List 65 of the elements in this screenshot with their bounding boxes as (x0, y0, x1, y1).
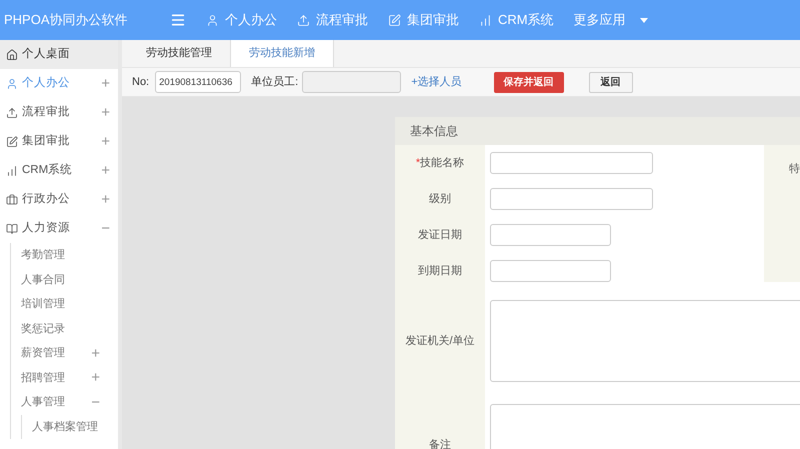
nav-link[interactable]: 更多应用 (574, 10, 648, 30)
submenu-item[interactable]: 人事档案管理 (32, 418, 98, 435)
app-logo: PHPOA协同办公软件 (3, 11, 129, 30)
field-label: 级别 (429, 192, 451, 207)
bar-chart-icon (479, 14, 492, 26)
tab[interactable]: 劳动技能管理 (128, 40, 230, 67)
sidebar-item[interactable]: 行政办公 + (0, 185, 118, 214)
home-icon (6, 48, 18, 60)
sidebar-item[interactable]: CRM系统 + (0, 156, 118, 185)
user-icon (206, 14, 219, 26)
submenu-item[interactable]: 奖惩记录 (21, 320, 65, 337)
field-label: 发证机关/单位 (405, 334, 475, 349)
sidebar-item[interactable]: 人力资源 − (0, 214, 118, 243)
field-label: 技能名称 (420, 156, 464, 171)
tab[interactable]: 劳动技能新增 (230, 40, 334, 67)
field-label: 到期日期 (418, 264, 462, 279)
text-field[interactable] (490, 188, 653, 210)
nav-link[interactable]: 个人办公 (206, 10, 277, 30)
sidebar-item[interactable]: 个人办公 + (0, 69, 118, 98)
book-icon (6, 222, 18, 234)
text-field[interactable] (490, 224, 611, 246)
save-return-button[interactable]: 保存并返回 (494, 72, 564, 92)
expand-toggle[interactable]: + (91, 370, 100, 386)
text-field[interactable] (490, 260, 611, 282)
expand-toggle[interactable]: − (91, 394, 100, 410)
submenu-item[interactable]: 培训管理 (21, 296, 65, 312)
submenu-item[interactable]: 人事合同 (21, 272, 65, 288)
menu-icon[interactable] (170, 12, 186, 28)
edit-icon (6, 136, 18, 148)
expand-toggle[interactable]: + (101, 134, 110, 149)
expand-toggle[interactable]: + (101, 163, 110, 178)
field-label: 单位员工: (251, 74, 298, 90)
expand-toggle[interactable]: + (91, 346, 100, 361)
submenu-item[interactable]: 考勤管理 (21, 247, 65, 264)
back-button[interactable]: 返回 (588, 72, 633, 92)
submenu-item[interactable]: 人事管理 (21, 394, 65, 410)
expand-toggle[interactable]: − (101, 221, 110, 236)
text-area[interactable] (490, 300, 800, 382)
nav-link[interactable]: CRM系统 (479, 10, 554, 30)
expand-toggle[interactable]: + (101, 192, 110, 207)
nav-link[interactable]: 流程审批 (297, 10, 368, 30)
sidebar-item[interactable]: 流程审批 + (0, 98, 118, 127)
field-label: No: (132, 74, 150, 90)
required-mark: * (416, 156, 420, 171)
submenu-item[interactable]: 招聘管理 (21, 370, 65, 386)
field-label: 备注 (429, 438, 451, 449)
sidebar-item[interactable]: 个人桌面 (0, 40, 118, 69)
edit-icon (388, 14, 401, 26)
section-header: 基本信息 (395, 117, 800, 145)
number-field[interactable]: 20190813110636 (155, 71, 242, 93)
briefcase-icon (6, 194, 18, 206)
upload-icon (6, 106, 18, 118)
sidebar-item[interactable]: 集团审批 + (0, 127, 118, 156)
select-staff-link[interactable]: +选择人员 (411, 74, 462, 90)
user-icon (6, 78, 18, 90)
staff-field[interactable] (302, 71, 402, 93)
text-field[interactable] (490, 152, 653, 174)
expand-toggle[interactable]: + (101, 76, 110, 91)
field-label: 发证日期 (418, 228, 462, 243)
field-label: 特 (789, 163, 800, 175)
nav-link[interactable]: 集团审批 (388, 10, 459, 30)
submenu-item[interactable]: 薪资管理 (21, 345, 65, 362)
expand-toggle[interactable]: + (101, 105, 110, 120)
bar-chart-icon (6, 164, 18, 176)
upload-icon (297, 14, 310, 26)
